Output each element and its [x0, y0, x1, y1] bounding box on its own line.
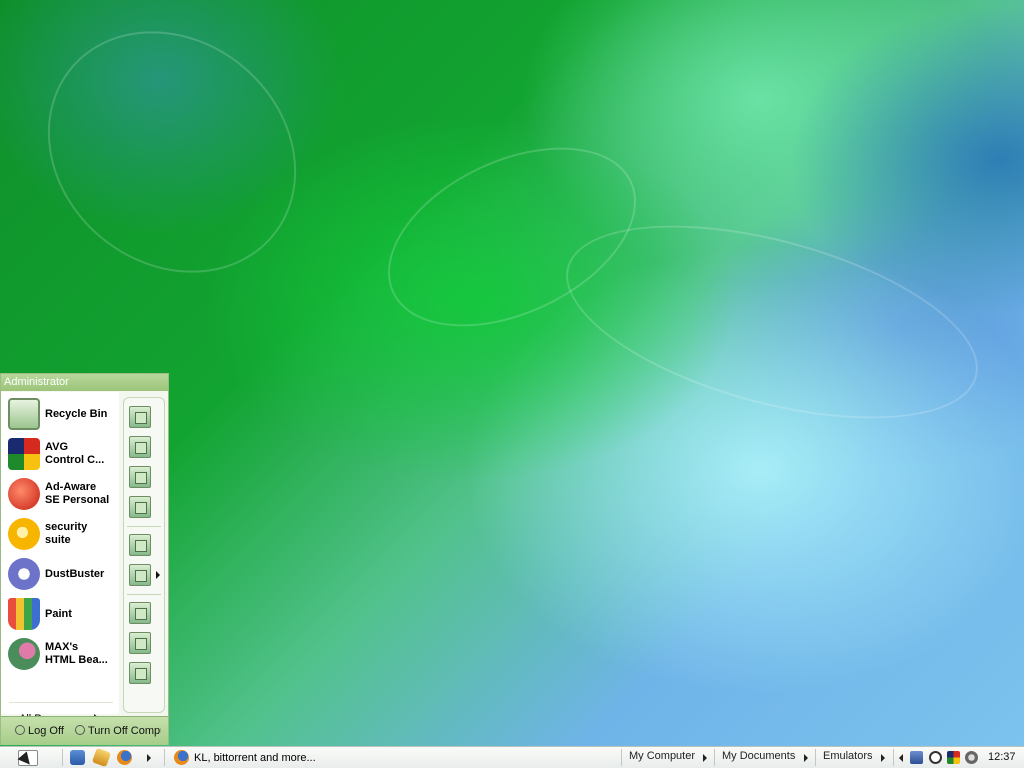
- toolbar-emulators[interactable]: Emulators: [823, 750, 873, 762]
- log-off-icon: [15, 725, 25, 735]
- pencil-icon[interactable]: [91, 747, 112, 768]
- settings-icon[interactable]: [129, 564, 151, 586]
- program-label: Paint: [45, 607, 72, 620]
- taskbar-divider: [621, 749, 622, 766]
- log-off-button[interactable]: Log Off: [15, 725, 64, 737]
- chevron-right-icon[interactable]: [147, 754, 151, 762]
- control-panel-icon[interactable]: [129, 534, 151, 556]
- start-menu-footer: Log Off Turn Off Computer: [1, 716, 168, 745]
- program-security-suite[interactable]: security suite: [8, 515, 118, 553]
- taskbar-button-firefox[interactable]: KL, bittorrent and more...: [174, 748, 316, 767]
- program-label: Ad-Aware SE Personal: [45, 481, 110, 506]
- turn-off-button[interactable]: Turn Off Computer: [75, 725, 161, 737]
- search-icon[interactable]: [129, 632, 151, 654]
- program-label: Recycle Bin: [45, 407, 108, 420]
- taskbar-divider: [62, 749, 63, 766]
- taskbar: KL, bittorrent and more... My Computer M…: [0, 746, 1024, 768]
- help-icon[interactable]: [129, 602, 151, 624]
- program-dustbuster[interactable]: DustBuster: [8, 555, 118, 593]
- program-recycle-bin[interactable]: Recycle Bin: [8, 395, 118, 433]
- menu-separator: [9, 702, 113, 703]
- html-beauty-icon: [8, 638, 40, 670]
- chevron-right-icon: [156, 571, 160, 579]
- my-computer-icon[interactable]: [129, 496, 151, 518]
- my-music-icon[interactable]: [129, 466, 151, 488]
- program-ad-aware[interactable]: Ad-Aware SE Personal: [8, 475, 118, 513]
- ad-aware-tray-icon[interactable]: [929, 751, 942, 764]
- program-html-beauty[interactable]: MAX's HTML Bea...: [8, 635, 118, 673]
- run-icon[interactable]: [129, 662, 151, 684]
- my-pictures-icon[interactable]: [129, 436, 151, 458]
- avg-tray-icon[interactable]: [947, 751, 960, 764]
- wallpaper-swirl: [0, 0, 346, 323]
- security-suite-icon: [8, 518, 40, 550]
- chevron-right-icon[interactable]: [804, 754, 808, 762]
- program-label: AVG Control C...: [45, 441, 105, 466]
- dustbuster-icon: [8, 558, 40, 590]
- program-label: MAX's HTML Bea...: [45, 641, 108, 666]
- show-desktop-icon[interactable]: [70, 750, 85, 765]
- menu-separator: [127, 594, 161, 595]
- log-off-label: Log Off: [28, 725, 64, 737]
- chevron-left-icon[interactable]: [899, 754, 903, 762]
- firefox-icon[interactable]: [117, 750, 132, 765]
- power-icon: [75, 725, 85, 735]
- menu-separator: [127, 526, 161, 527]
- avg-icon: [8, 438, 40, 470]
- chevron-right-icon[interactable]: [881, 754, 885, 762]
- toolbar-my-documents[interactable]: My Documents: [722, 750, 795, 762]
- toolbar-my-computer[interactable]: My Computer: [629, 750, 695, 762]
- ad-aware-icon: [8, 478, 40, 510]
- recycle-bin-icon: [8, 398, 40, 430]
- program-label: security suite: [45, 521, 88, 546]
- taskbar-divider: [893, 749, 894, 766]
- chevron-right-icon[interactable]: [703, 754, 707, 762]
- program-label: DustBuster: [45, 567, 105, 580]
- volume-icon[interactable]: [965, 751, 978, 764]
- turn-off-label: Turn Off Computer: [88, 725, 161, 737]
- start-menu: Administrator Recycle Bin AVG Control C.…: [0, 373, 169, 745]
- my-documents-icon[interactable]: [129, 406, 151, 428]
- quick-places-panel: [123, 397, 165, 713]
- firefox-icon: [174, 750, 189, 765]
- clock[interactable]: 12:37: [988, 751, 1016, 763]
- taskbar-divider: [815, 749, 816, 766]
- program-avg[interactable]: AVG Control C...: [8, 435, 118, 473]
- start-menu-username: Administrator: [1, 374, 168, 391]
- task-label: KL, bittorrent and more...: [194, 751, 316, 764]
- pinned-programs-list: Recycle Bin AVG Control C... Ad-Aware SE…: [1, 392, 119, 725]
- paint-icon: [8, 598, 40, 630]
- taskbar-divider: [164, 749, 165, 766]
- program-paint[interactable]: Paint: [8, 595, 118, 633]
- taskbar-divider: [714, 749, 715, 766]
- network-icon[interactable]: [910, 751, 923, 764]
